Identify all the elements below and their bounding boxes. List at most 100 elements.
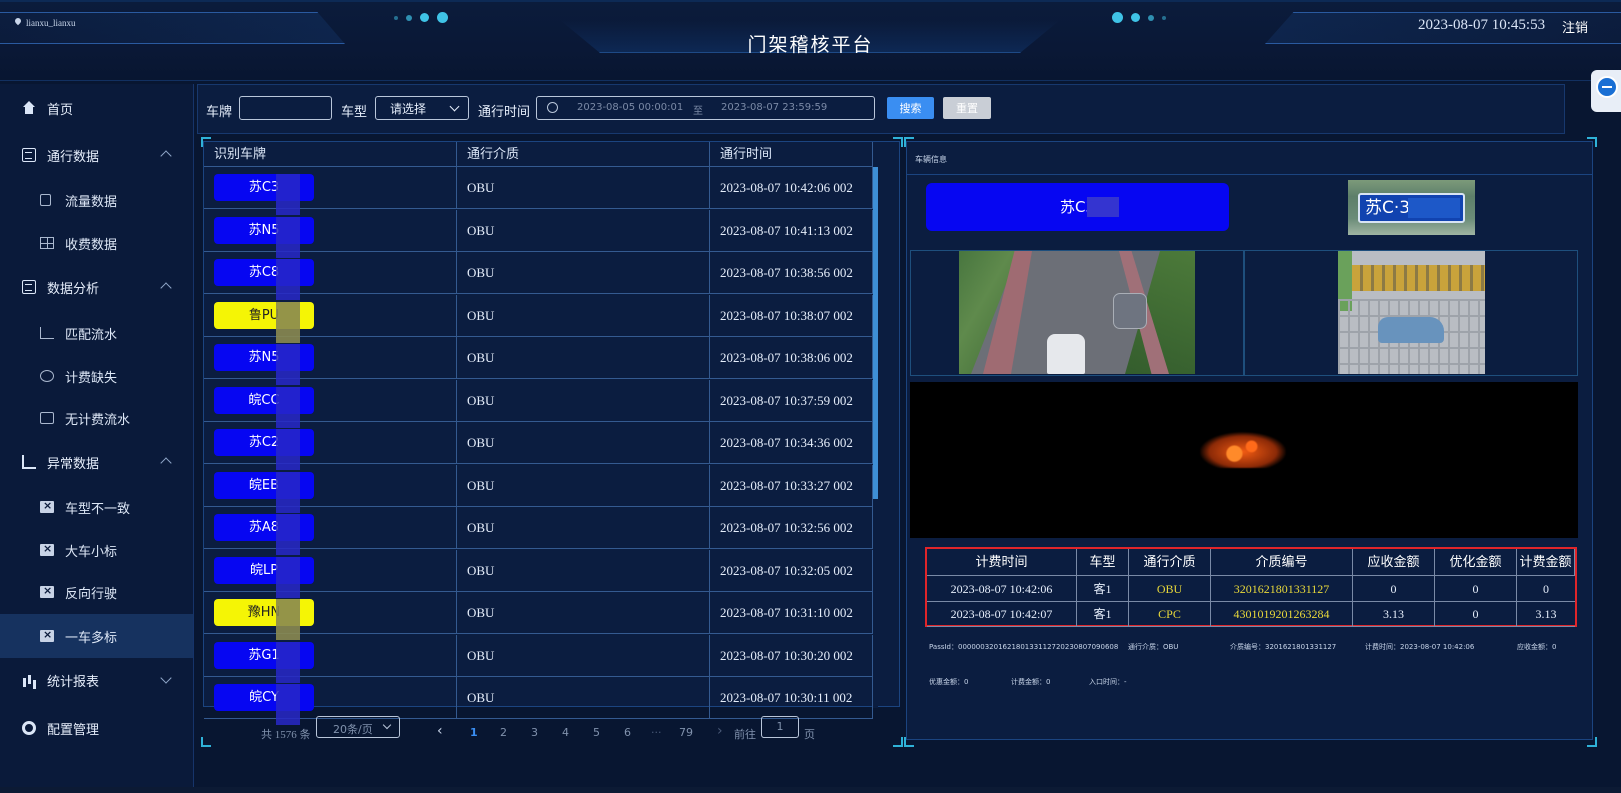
clipboard-x-icon bbox=[40, 499, 54, 513]
time-range-picker[interactable]: 2023-08-05 00:00:01 至 2023-08-07 23:59:5… bbox=[536, 96, 875, 120]
plate-badge[interactable]: 皖CC bbox=[214, 386, 314, 428]
plate-badge[interactable]: 苏C8 bbox=[214, 259, 314, 300]
sidebar-item-large-small-tag[interactable]: 大车小标 bbox=[0, 528, 193, 572]
medium-cell: OBU bbox=[457, 167, 710, 208]
table-row[interactable]: 苏G1 OBU 2023-08-07 10:30:20 002 bbox=[204, 634, 873, 683]
search-button[interactable]: 搜索 bbox=[887, 97, 934, 119]
plate-badge[interactable]: 苏C3 bbox=[214, 174, 314, 215]
fee-header-receivable: 应收金额 bbox=[1353, 549, 1435, 576]
floating-assistant-handle[interactable] bbox=[1591, 70, 1621, 112]
table-row[interactable]: 苏A8 OBU 2023-08-07 10:32:56 002 bbox=[204, 507, 873, 555]
plate-cell: 苏C3 bbox=[204, 167, 457, 215]
panel-corner bbox=[893, 737, 903, 747]
plate-badge[interactable]: 苏N5 bbox=[214, 216, 314, 258]
plate-badge[interactable]: 苏C2 bbox=[214, 429, 314, 470]
sidebar-item-type-mismatch[interactable]: 车型不一致 bbox=[0, 485, 193, 529]
sidebar-item-abnormal-data[interactable]: 异常数据 bbox=[0, 440, 193, 484]
sidebar-item-reverse-driving[interactable]: 反向行驶 bbox=[0, 570, 193, 614]
collapse-icon bbox=[1596, 76, 1618, 98]
column-header-time[interactable]: 通行时间 bbox=[710, 142, 873, 167]
table-row[interactable]: 苏C2 OBU 2023-08-07 10:34:36 002 bbox=[204, 422, 873, 470]
point-cloud-vehicle bbox=[1200, 432, 1286, 468]
column-header-plate[interactable]: 识别车牌 bbox=[204, 142, 457, 167]
sidebar-item-traffic-data[interactable]: 通行数据 bbox=[0, 133, 193, 177]
plate-badge[interactable]: 皖LP bbox=[214, 556, 314, 598]
plate-badge[interactable]: 苏G1 bbox=[214, 641, 314, 683]
sidebar-item-multi-tag[interactable]: 一车多标 bbox=[0, 614, 193, 658]
sidebar-item-data-analysis[interactable]: 数据分析 bbox=[0, 265, 193, 309]
sidebar-item-label: 大车小标 bbox=[65, 544, 118, 560]
time-cell: 2023-08-07 10:30:20 002 bbox=[710, 634, 873, 676]
lidar-point-cloud[interactable] bbox=[910, 382, 1578, 538]
column-header-medium[interactable]: 通行介质 bbox=[457, 142, 710, 167]
sidebar-item-flow-data[interactable]: 流量数据 bbox=[0, 178, 193, 222]
table-row[interactable]: 皖CY OBU 2023-08-07 10:30:11 002 bbox=[204, 677, 873, 725]
table-row[interactable]: 皖LP OBU 2023-08-07 10:32:05 002 bbox=[204, 549, 873, 598]
page-ellipsis[interactable]: ··· bbox=[651, 726, 662, 739]
page-last[interactable]: 79 bbox=[679, 726, 693, 739]
panel-corner bbox=[201, 137, 211, 147]
logout-button[interactable]: 注销 bbox=[1562, 17, 1588, 36]
table-row[interactable]: 皖EB OBU 2023-08-07 10:33:27 002 bbox=[204, 464, 873, 513]
detail-fee: 计费金额：0 bbox=[1011, 678, 1051, 686]
sidebar-item-home[interactable]: 首页 bbox=[0, 86, 193, 130]
plate-badge[interactable]: 豫HN bbox=[214, 599, 314, 640]
page-2[interactable]: 2 bbox=[500, 726, 507, 739]
fee-records-table: 计费时间 车型 通行介质 介质编号 应收金额 优化金额 计费金额 2023-08-07 10:… bbox=[925, 547, 1577, 627]
page-6[interactable]: 6 bbox=[624, 726, 631, 739]
table-row[interactable]: 苏C3 OBU 2023-08-07 10:42:06 002 bbox=[204, 167, 873, 215]
plate-input[interactable] bbox=[239, 96, 332, 120]
fee-cell-receivable: 0 bbox=[1353, 576, 1435, 602]
page-title: 门架稽核平台 bbox=[747, 34, 874, 56]
plate-photo[interactable]: 苏C·3 bbox=[1348, 180, 1475, 235]
time-cell: 2023-08-07 10:38:07 002 bbox=[710, 294, 873, 336]
sidebar-item-no-fee-flow[interactable]: 无计费流水 bbox=[0, 396, 193, 440]
header-dots-right bbox=[1112, 12, 1166, 23]
vehicle-detail-panel: 车辆信息 苏C3 苏C·3 计费时间 车型 通行介质 介质编号 应收金额 优化金额 计费金额… bbox=[906, 141, 1593, 740]
page-4[interactable]: 4 bbox=[562, 726, 569, 739]
header-topline bbox=[0, 0, 1621, 2]
sidebar-item-label: 车型不一致 bbox=[65, 501, 131, 517]
prev-page-button[interactable]: ‹ bbox=[437, 723, 443, 739]
table-row[interactable]: 豫HN OBU 2023-08-07 10:31:10 002 bbox=[204, 592, 873, 640]
table-row[interactable]: 皖CC OBU 2023-08-07 10:37:59 002 bbox=[204, 379, 873, 428]
plate-badge[interactable]: 苏A8 bbox=[214, 514, 314, 555]
road-camera-image[interactable] bbox=[910, 250, 1244, 376]
page-size-select[interactable]: 20条/页 bbox=[316, 716, 400, 738]
goto-label: 前往 bbox=[734, 728, 756, 741]
document-icon bbox=[22, 148, 36, 162]
time-cell: 2023-08-07 10:32:56 002 bbox=[710, 507, 873, 548]
sidebar-item-fee-missing[interactable]: 计费缺失 bbox=[0, 354, 193, 398]
vehicle-info-title: 车辆信息 bbox=[915, 155, 947, 164]
scrollbar-thumb[interactable] bbox=[873, 167, 878, 499]
plate-text: 苏C2 bbox=[248, 435, 280, 450]
sidebar-item-reports[interactable]: 统计报表 bbox=[0, 658, 193, 702]
plate-badge[interactable]: 鲁PU bbox=[214, 301, 314, 343]
plate-badge[interactable]: 皖CY bbox=[214, 684, 314, 725]
plate-badge[interactable]: 苏N5 bbox=[214, 344, 314, 385]
time-cell: 2023-08-07 10:33:27 002 bbox=[710, 464, 873, 506]
plate-photo-chars: 苏C·3 bbox=[1365, 198, 1411, 218]
plate-text: 苏N5 bbox=[248, 350, 280, 365]
reset-button[interactable]: 重置 bbox=[943, 97, 991, 119]
goto-page-input[interactable]: 1 bbox=[761, 716, 799, 738]
page-5[interactable]: 5 bbox=[593, 726, 600, 739]
sidebar-item-label: 收费数据 bbox=[65, 237, 118, 253]
table-row[interactable]: 苏N5 OBU 2023-08-07 10:41:13 002 bbox=[204, 209, 873, 258]
time-label: 通行时间 bbox=[478, 105, 531, 120]
page-3[interactable]: 3 bbox=[531, 726, 538, 739]
table-row[interactable]: 苏N5 OBU 2023-08-07 10:38:06 002 bbox=[204, 337, 873, 385]
gantry-camera-image[interactable] bbox=[1244, 250, 1578, 376]
sidebar-item-toll-data[interactable]: 收费数据 bbox=[0, 221, 193, 265]
sidebar-item-match-flow[interactable]: 匹配流水 bbox=[0, 311, 193, 355]
time-cell: 2023-08-07 10:34:36 002 bbox=[710, 422, 873, 463]
medium-cell: OBU bbox=[457, 379, 710, 421]
vehicle-type-select[interactable]: 请选择 bbox=[375, 96, 469, 120]
table-row[interactable]: 苏C8 OBU 2023-08-07 10:38:56 002 bbox=[204, 252, 873, 300]
plate-badge[interactable]: 皖EB bbox=[214, 471, 314, 513]
chevron-down-icon bbox=[382, 720, 392, 730]
next-page-button[interactable]: › bbox=[717, 723, 723, 739]
sidebar-item-config[interactable]: 配置管理 bbox=[0, 706, 193, 750]
page-1[interactable]: 1 bbox=[470, 726, 478, 739]
table-row[interactable]: 鲁PU OBU 2023-08-07 10:38:07 002 bbox=[204, 294, 873, 343]
